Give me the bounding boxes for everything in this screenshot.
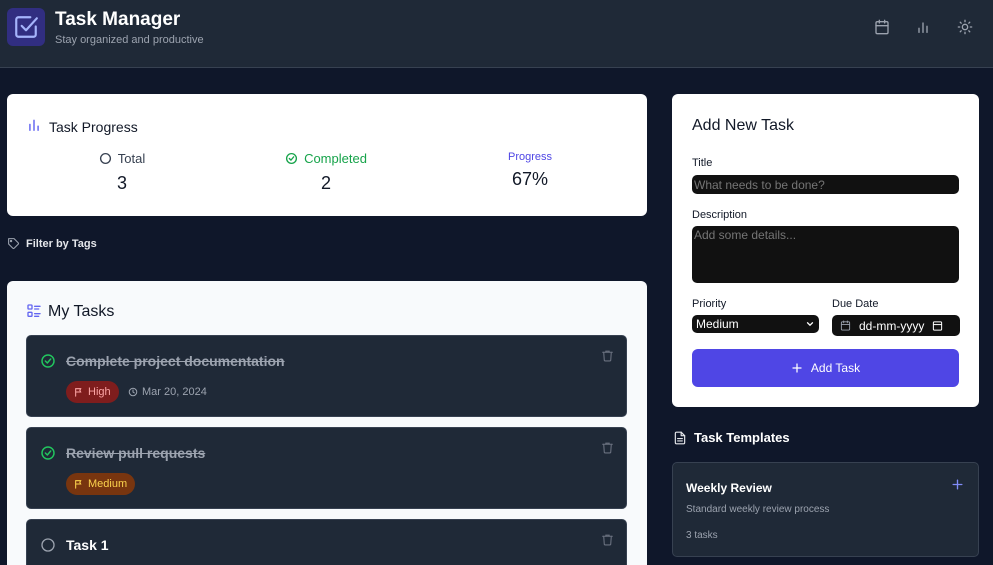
file-text-icon (674, 431, 686, 444)
progress-title: Task Progress (49, 119, 138, 135)
total-value: 3 (116, 173, 127, 193)
app-subtitle: Stay organized and productive (55, 34, 204, 46)
tag-icon (8, 238, 19, 249)
description-label: Description (692, 209, 748, 221)
circle-icon (41, 538, 55, 552)
add-task-button-label: Add Task (810, 361, 861, 375)
progress-stat: Progress 67% (480, 151, 580, 190)
task-complete-toggle[interactable] (40, 445, 56, 461)
total-label: Total (117, 151, 146, 166)
priority-select[interactable]: Medium (692, 315, 819, 333)
priority-badge: High (66, 381, 119, 403)
task-complete-toggle[interactable] (40, 353, 56, 369)
plus-icon (792, 363, 802, 373)
bar-chart-icon (27, 118, 41, 132)
add-task-card: Add New Task Title Description Priority … (672, 94, 979, 407)
task-title[interactable]: Review pull requests (66, 445, 205, 461)
theme-toggle-button[interactable] (955, 17, 975, 37)
priority-badge: Medium (66, 473, 136, 495)
add-task-button[interactable]: Add Task (692, 349, 959, 387)
template-name: Weekly Review (686, 481, 772, 495)
description-textarea[interactable] (692, 226, 959, 283)
priority-label: Medium (88, 478, 128, 490)
circle-icon (99, 152, 111, 165)
stats-button[interactable] (913, 17, 933, 37)
task-item[interactable]: Complete project documentation High Mar … (26, 335, 627, 417)
calendar-icon (875, 19, 889, 35)
template-description: Standard weekly review process (686, 504, 830, 515)
flag-icon (75, 388, 82, 397)
due-date-input[interactable]: dd-mm-yyyy (832, 315, 960, 336)
calendar-button[interactable] (872, 17, 892, 37)
due-date: Mar 20, 2024 (128, 386, 207, 398)
task-progress-card: Task Progress Total 3 Completed 2 Progre… (7, 94, 647, 216)
flag-icon (75, 480, 82, 489)
priority-label: Priority (692, 298, 727, 310)
app-title: Task Manager (55, 9, 181, 30)
task-item[interactable]: Review pull requests Medium (26, 427, 627, 509)
task-templates-title: Task Templates (694, 430, 790, 445)
total-stat: Total 3 (72, 151, 172, 194)
priority-select-value: Medium (696, 317, 739, 331)
filter-label: Filter by Tags (26, 237, 97, 250)
clock-icon (128, 387, 138, 397)
completed-value: 2 (320, 173, 331, 193)
title-label: Title (692, 157, 713, 169)
progress-label: Progress (507, 151, 553, 163)
check-square-icon (7, 8, 45, 46)
trash-icon (602, 534, 613, 546)
check-circle-icon (41, 354, 55, 368)
completed-label: Completed (304, 151, 367, 166)
task-title[interactable]: Task 1 (66, 537, 109, 553)
trash-icon (602, 350, 613, 362)
due-date-label: Due Date (832, 298, 879, 310)
title-input[interactable] (692, 175, 959, 194)
calendar-picker-icon (933, 321, 943, 331)
bar-chart-icon (918, 22, 928, 33)
task-complete-toggle[interactable] (40, 537, 56, 553)
task-item[interactable]: Task 1 (26, 519, 627, 565)
template-task-count: 3 tasks (686, 530, 718, 541)
app-header: Task Manager Stay organized and producti… (0, 0, 993, 68)
due-date-placeholder: dd-mm-yyyy (859, 318, 925, 333)
delete-task-button[interactable] (601, 441, 614, 454)
my-tasks-title: My Tasks (48, 303, 115, 320)
progress-value: 67% (511, 169, 549, 189)
completed-stat: Completed 2 (266, 151, 386, 194)
check-circle-icon (286, 152, 298, 165)
sun-icon (957, 19, 973, 35)
delete-task-button[interactable] (601, 349, 614, 362)
task-templates-header: Task Templates (673, 430, 790, 445)
calendar-icon (840, 320, 851, 331)
chevron-down-icon (806, 322, 814, 327)
due-date-label: Mar 20, 2024 (142, 386, 207, 398)
template-card[interactable]: Weekly Review Standard weekly review pro… (672, 462, 979, 557)
trash-icon (602, 442, 613, 454)
list-icon (26, 303, 42, 319)
filter-by-tags[interactable]: Filter by Tags (7, 237, 97, 250)
plus-icon (952, 479, 963, 490)
priority-label: High (88, 386, 111, 398)
task-title[interactable]: Complete project documentation (66, 353, 285, 369)
my-tasks-panel: My Tasks Complete project documentation … (7, 281, 647, 565)
add-task-heading: Add New Task (692, 117, 794, 134)
check-circle-icon (41, 446, 55, 460)
delete-task-button[interactable] (601, 533, 614, 546)
use-template-button[interactable] (951, 478, 964, 491)
